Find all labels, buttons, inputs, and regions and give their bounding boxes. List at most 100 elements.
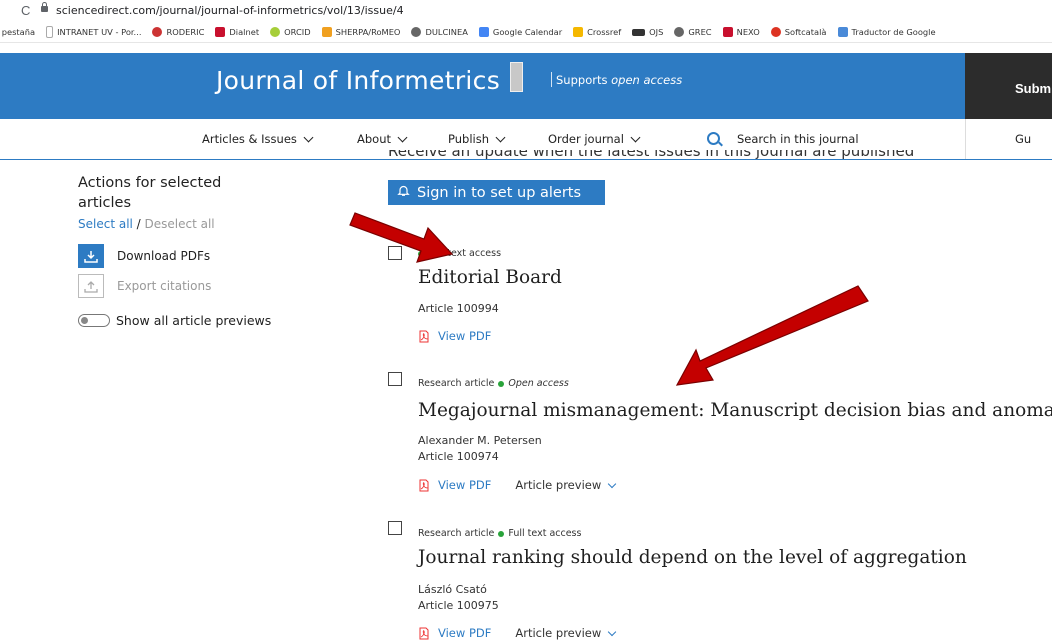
bookmark-item[interactable]: Dialnet	[215, 27, 259, 37]
select-links: Select all / Deselect all	[78, 217, 215, 231]
article-access: Full text access	[418, 248, 501, 259]
chevron-down-icon	[608, 627, 617, 636]
actions-heading: Actions for selected articles	[78, 175, 222, 211]
pdf-icon	[419, 330, 429, 342]
nav-publish[interactable]: Publish	[448, 132, 506, 146]
bookmark-item[interactable]: GREC	[674, 27, 712, 37]
chevron-down-icon	[630, 132, 641, 143]
bookmark-icon	[270, 27, 281, 37]
article-number: Article 100974	[418, 450, 499, 463]
chevron-down-icon	[303, 132, 314, 143]
bookmark-item[interactable]: NEXO	[722, 27, 760, 37]
bookmark-item[interactable]: ORCID	[270, 27, 311, 37]
submit-button[interactable]: Subm	[1015, 81, 1051, 96]
nav-about[interactable]: About	[357, 132, 408, 146]
bell-icon	[397, 184, 410, 201]
bookmark-icon	[411, 27, 422, 37]
sign-in-alerts-label: Sign in to set up alerts	[417, 184, 582, 201]
view-pdf-link[interactable]: View PDF	[438, 626, 491, 640]
download-pdfs-button[interactable]: Download PDFs	[78, 244, 210, 268]
article-meta: Alexander M. Petersen Article 100974	[418, 433, 542, 465]
export-citations-button[interactable]: Export citations	[78, 274, 211, 298]
bookmark-icon	[837, 27, 848, 37]
bookmark-icon	[722, 27, 733, 37]
bookmarks-bar: a pestaña INTRANET UV - Por... RODERIC D…	[0, 22, 1052, 43]
view-pdf-link[interactable]: View PDF	[438, 478, 491, 492]
article-type: Research article Open access	[418, 378, 569, 389]
toggle-switch[interactable]	[78, 314, 110, 327]
bookmark-icon	[770, 27, 781, 37]
search-input[interactable]: Search in this journal	[737, 132, 859, 146]
bookmark-item[interactable]: RODERIC	[152, 27, 204, 37]
bookmark-icon	[478, 27, 489, 37]
export-citations-label: Export citations	[117, 279, 212, 293]
article-preview-toggle[interactable]: Article preview	[515, 478, 617, 492]
access-dot-icon	[418, 250, 424, 257]
bookmark-icon	[215, 27, 226, 37]
chevron-down-icon	[608, 479, 617, 488]
article-checkbox[interactable]	[388, 521, 402, 535]
bookmark-item[interactable]: a pestaña	[0, 27, 35, 37]
article-meta: Article 100994	[418, 301, 499, 317]
access-dot-icon	[498, 530, 505, 537]
article-actions: View PDF Article preview	[418, 626, 617, 640]
alerts-description: Receive an update when the latest issues…	[388, 150, 915, 160]
bookmark-icon	[573, 27, 584, 37]
bookmark-item[interactable]: DULCINEA	[411, 27, 468, 37]
article-number: Article 100975	[418, 599, 499, 612]
select-all-link[interactable]: Select all	[78, 217, 133, 231]
article-meta: László Csató Article 100975	[418, 582, 499, 614]
nav-articles-issues[interactable]: Articles & Issues	[202, 132, 314, 146]
chevron-down-icon	[397, 132, 408, 143]
article-checkbox[interactable]	[388, 246, 402, 260]
bookmark-icon	[674, 27, 685, 37]
chevron-down-icon	[495, 132, 506, 143]
url-text[interactable]: sciencedirect.com/journal/journal-of-inf…	[56, 4, 404, 17]
bookmark-item[interactable]: Traductor de Google	[837, 27, 936, 37]
article-number: Article 100994	[418, 302, 499, 315]
bookmark-icon	[321, 27, 332, 37]
download-pdfs-label: Download PDFs	[117, 249, 211, 263]
search-icon[interactable]	[707, 132, 720, 145]
show-previews-toggle[interactable]: Show all article previews	[78, 313, 271, 328]
sign-in-alerts-button[interactable]: Sign in to set up alerts	[388, 180, 605, 205]
article-title[interactable]: Journal ranking should depend on the lev…	[418, 547, 967, 568]
nav-order-journal[interactable]: Order journal	[548, 132, 641, 146]
nav-guide-partial[interactable]: Gu	[1015, 132, 1031, 146]
arrow-icon	[675, 285, 869, 386]
article-actions: View PDF Article preview	[418, 478, 617, 492]
journal-cover-thumbnail	[510, 62, 523, 92]
header-separator	[551, 72, 552, 87]
article-title[interactable]: Editorial Board	[418, 267, 562, 288]
bookmark-item[interactable]: Google Calendar	[478, 27, 562, 37]
article-author[interactable]: László Csató	[418, 582, 499, 598]
bookmark-item[interactable]: Softcatalà	[770, 27, 827, 37]
access-dot-icon	[498, 380, 505, 387]
view-pdf-link[interactable]: View PDF	[438, 329, 491, 343]
pdf-icon	[419, 479, 429, 491]
supports-open-access: Supports open access	[556, 73, 683, 87]
bookmark-icon	[152, 27, 163, 37]
bookmark-item[interactable]: Crossref	[573, 27, 621, 37]
article-type: Research article Full text access	[418, 528, 582, 539]
journal-title[interactable]: Journal of Informetrics	[216, 66, 500, 95]
pdf-icon	[419, 627, 429, 639]
bookmark-icon	[46, 26, 54, 38]
article-preview-toggle[interactable]: Article preview	[515, 626, 617, 640]
bookmark-icon	[632, 28, 646, 36]
article-title[interactable]: Megajournal mismanagement: Manuscript de…	[418, 400, 1052, 421]
deselect-all-link[interactable]: Deselect all	[145, 217, 215, 231]
lock-icon	[41, 2, 48, 12]
submit-area[interactable]: Subm	[965, 53, 1052, 119]
bookmark-item[interactable]: INTRANET UV - Por...	[46, 26, 141, 38]
article-actions: View PDF	[418, 329, 491, 343]
bookmark-item[interactable]: OJS	[632, 27, 663, 37]
article-checkbox[interactable]	[388, 372, 402, 386]
reload-icon[interactable]: C	[21, 3, 30, 18]
download-icon	[78, 244, 104, 268]
article-author[interactable]: Alexander M. Petersen	[418, 433, 542, 449]
export-icon	[78, 274, 104, 298]
browser-url-bar: C sciencedirect.com/journal/journal-of-i…	[0, 0, 1052, 22]
show-previews-label: Show all article previews	[116, 313, 272, 328]
bookmark-item[interactable]: SHERPA/RoMEO	[321, 27, 400, 37]
